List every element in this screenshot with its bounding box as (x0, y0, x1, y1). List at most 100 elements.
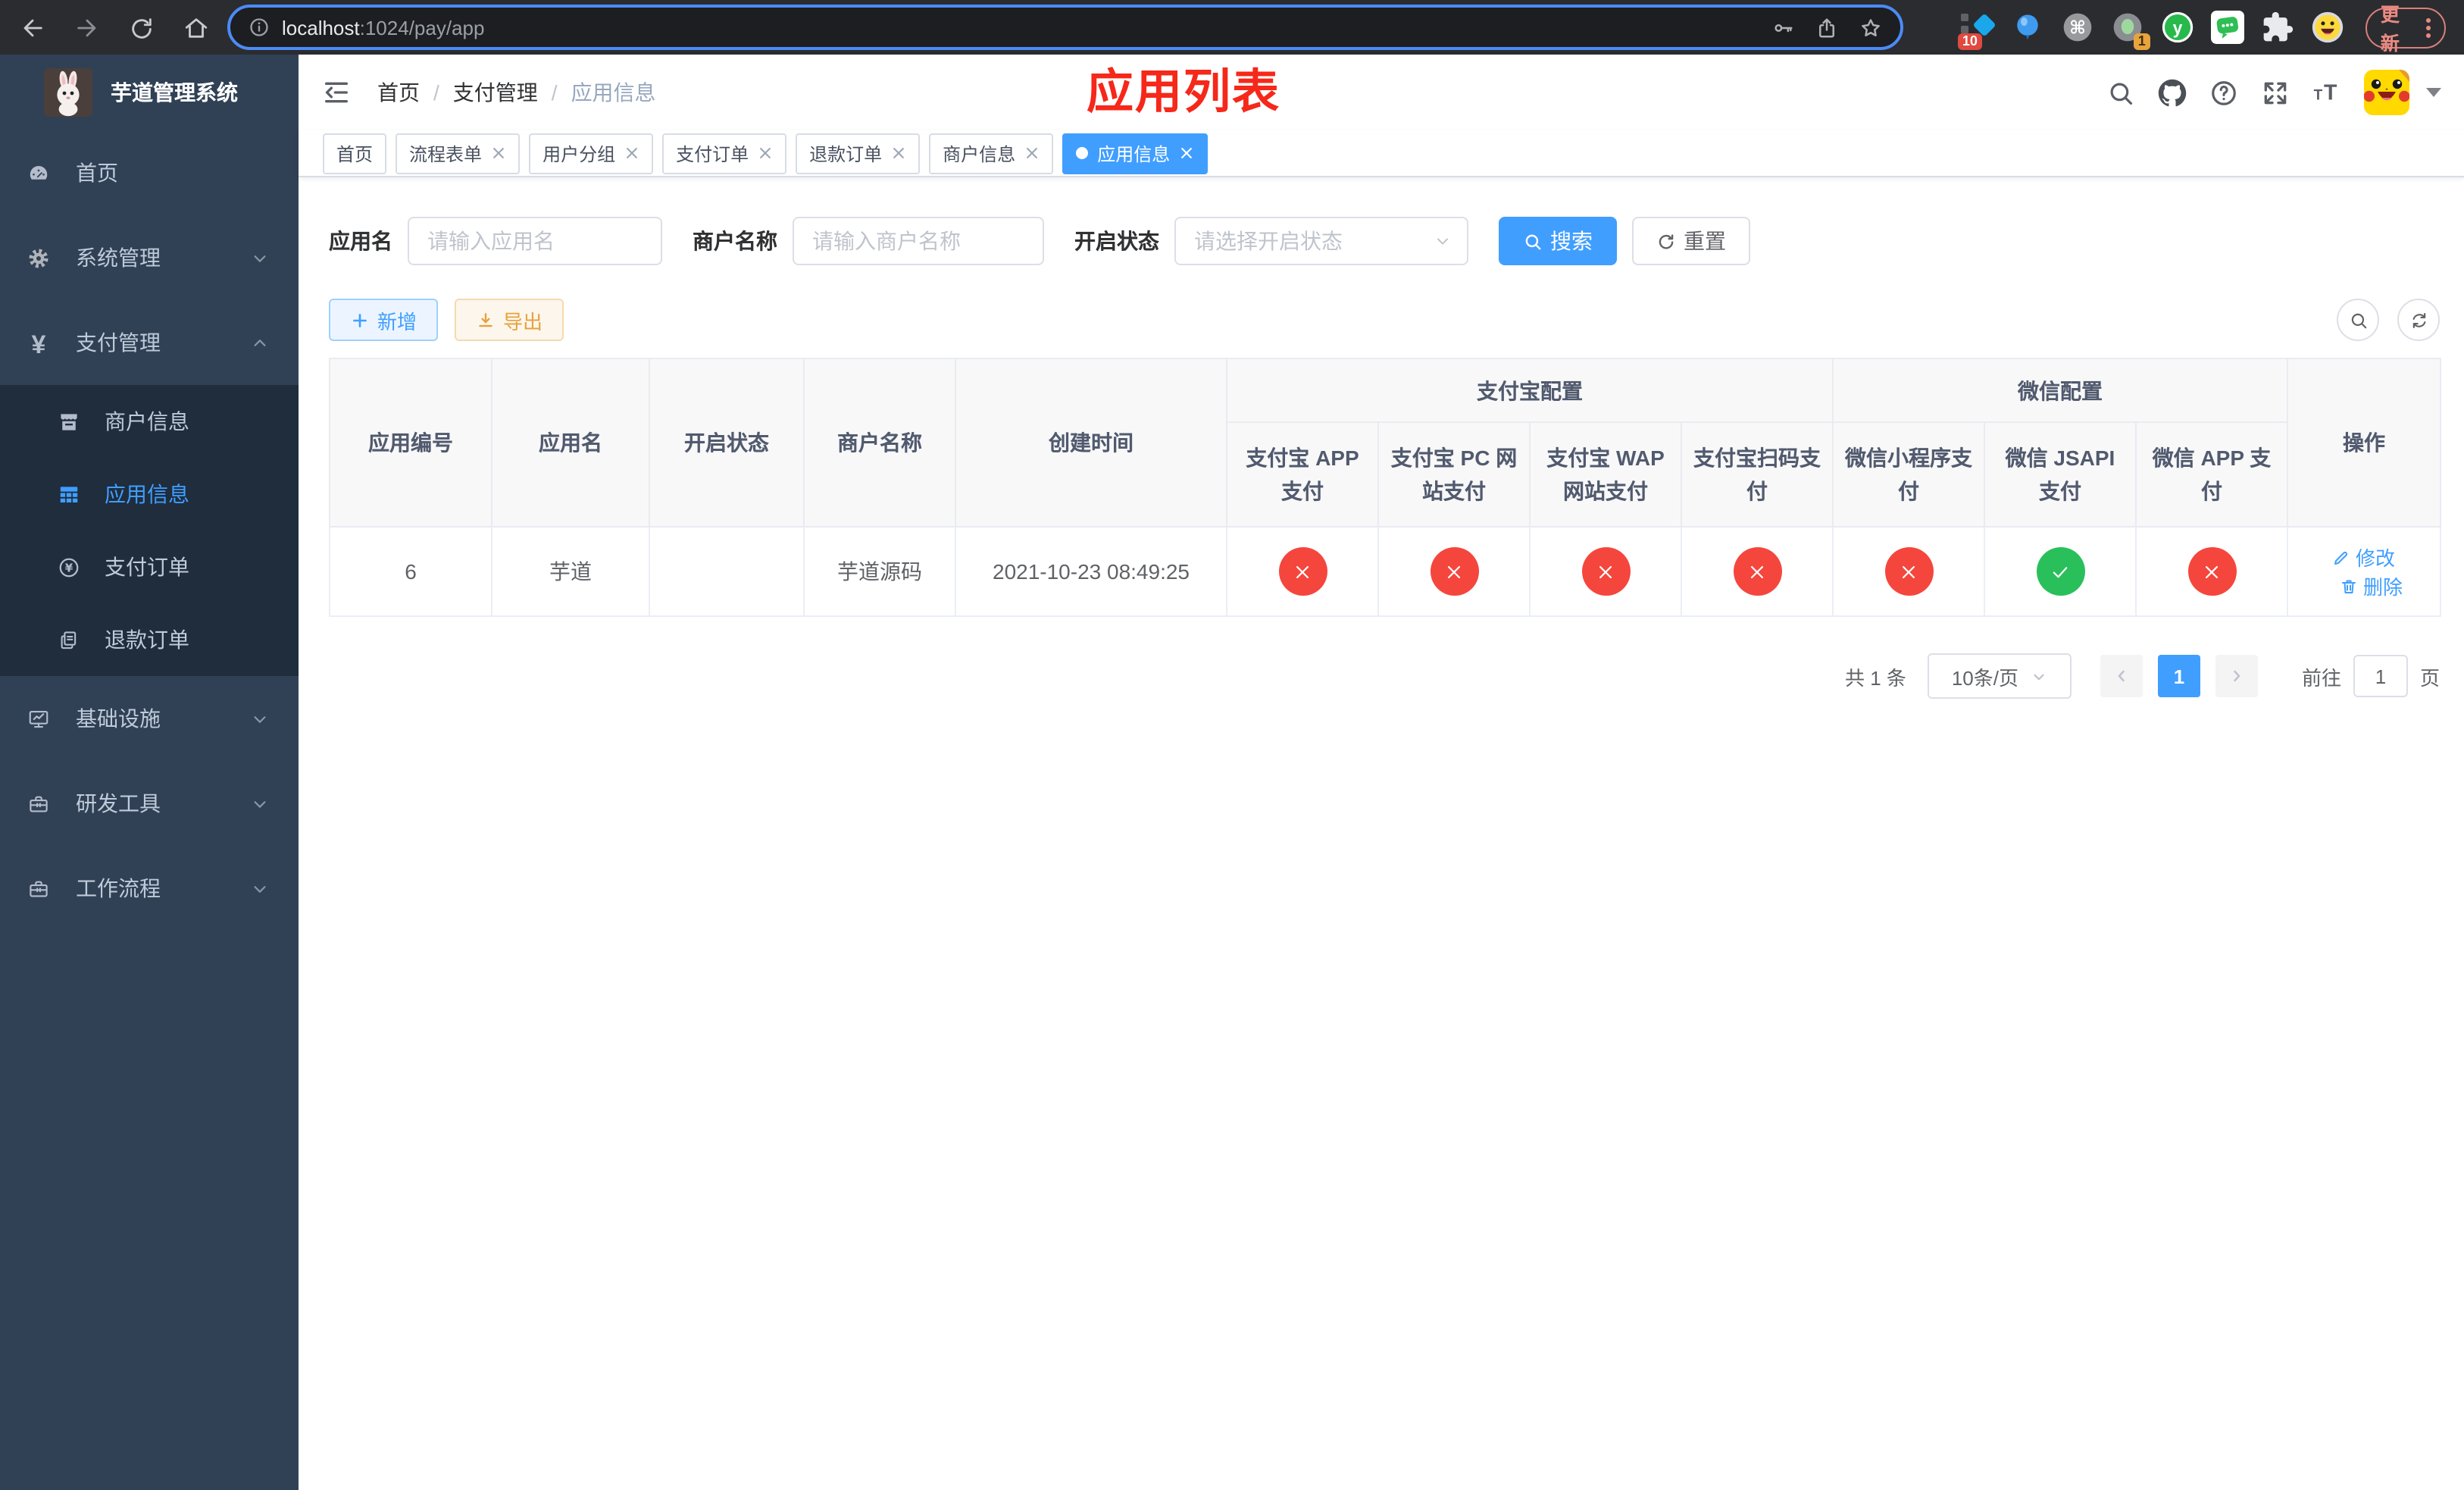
browser-menu-icon[interactable] (2426, 17, 2431, 37)
sidebar-item-label: 首页 (76, 161, 118, 185)
search-button[interactable]: 搜索 (1499, 217, 1617, 265)
goto-page-input[interactable] (2353, 655, 2408, 697)
tab-merchant-info[interactable]: 商户信息 (929, 133, 1054, 174)
total-count: 共 1 条 (1845, 666, 1906, 689)
sidebar-item-app-info[interactable]: 应用信息 (0, 458, 299, 531)
page-size-value: 10条/页 (1951, 666, 2018, 689)
cell-app-name: 芋道 (491, 526, 650, 617)
home-icon[interactable] (176, 8, 215, 47)
close-icon[interactable] (624, 146, 639, 161)
tags-view-bar: 首页 流程表单 用户分组 支付订单 退款订单 商户信息 应用信息 (299, 130, 2464, 177)
col-header-app-id: 应用编号 (329, 358, 492, 527)
export-button-label: 导出 (503, 310, 543, 333)
status-select[interactable]: 请选择开启状态 (1174, 217, 1468, 265)
close-icon[interactable] (1179, 146, 1194, 161)
bookmark-star-icon[interactable] (1859, 16, 1882, 39)
tab-refund-orders[interactable]: 退款订单 (796, 133, 921, 174)
cell-actions: 修改 删除 (2287, 526, 2441, 617)
tab-app-info[interactable]: 应用信息 (1062, 133, 1209, 174)
delete-link[interactable]: 删除 (2340, 571, 2403, 600)
close-icon[interactable] (758, 146, 773, 161)
goto-label: 前往 (2301, 666, 2341, 689)
search-icon[interactable] (2106, 78, 2135, 107)
edit-link[interactable]: 修改 (2333, 543, 2395, 571)
documents-icon (58, 628, 80, 651)
export-button[interactable]: 导出 (455, 299, 564, 341)
tab-home[interactable]: 首页 (323, 133, 387, 174)
shop-icon (58, 410, 80, 433)
extension-proxy-icon[interactable]: 1 (2111, 11, 2150, 50)
next-page-button[interactable] (2215, 655, 2258, 697)
merchant-name-input[interactable] (793, 217, 1044, 265)
sidebar-fold-icon[interactable] (321, 77, 352, 108)
sidebar-item-refund-orders[interactable]: 退款订单 (0, 603, 299, 676)
sidebar: 芋道管理系统 首页 系统管理 ¥ 支付管理 商户信息 应用信息 ¥ 支付订单 退… (0, 55, 299, 1490)
breadcrumb-separator: / (433, 80, 439, 105)
fullscreen-icon[interactable] (2261, 78, 2290, 107)
top-navbar: 首页 / 支付管理 / 应用信息 应用列表 TT (299, 55, 2464, 130)
col-header-wechat-mini: 微信小程序支付 (1832, 421, 1985, 527)
tab-user-group[interactable]: 用户分组 (529, 133, 654, 174)
sidebar-item-merchant-info[interactable]: 商户信息 (0, 385, 299, 458)
github-icon[interactable] (2158, 78, 2187, 107)
extension-command-icon[interactable]: ⌘ (2061, 11, 2094, 44)
address-bar[interactable]: localhost:1024/pay/app (227, 5, 1903, 50)
user-avatar[interactable] (2364, 70, 2409, 115)
close-icon[interactable] (1024, 146, 1040, 161)
back-icon[interactable] (12, 8, 52, 47)
group-header-alipay: 支付宝配置 (1226, 358, 1834, 423)
extensions-puzzle-icon[interactable] (2261, 11, 2294, 44)
app-logo: 芋道管理系统 (0, 55, 299, 130)
toolbox-icon (27, 877, 50, 900)
sidebar-item-pay-orders[interactable]: ¥ 支付订单 (0, 531, 299, 603)
prev-page-button[interactable] (2100, 655, 2143, 697)
extension-balloon-icon[interactable] (2011, 11, 2044, 44)
avatar-caret-icon[interactable] (2426, 88, 2441, 97)
sidebar-item-home[interactable]: 首页 (0, 130, 299, 215)
sidebar-item-dev-tools[interactable]: 研发工具 (0, 761, 299, 846)
sidebar-item-workflow[interactable]: 工作流程 (0, 846, 299, 931)
extension-diamond-icon[interactable]: 10 (1957, 11, 1997, 50)
reload-icon[interactable] (121, 8, 161, 47)
password-key-icon[interactable] (1771, 16, 1794, 39)
help-icon[interactable] (2209, 78, 2238, 107)
extension-y-icon[interactable]: y (2161, 11, 2194, 44)
page-number-1[interactable]: 1 (2157, 655, 2200, 697)
sidebar-item-label: 系统管理 (76, 246, 161, 270)
sidebar-item-system[interactable]: 系统管理 (0, 215, 299, 300)
page-size-select[interactable]: 10条/页 (1927, 653, 2072, 699)
tab-label: 退款订单 (809, 143, 883, 164)
reset-button[interactable]: 重置 (1632, 217, 1750, 265)
tab-process-form[interactable]: 流程表单 (396, 133, 521, 174)
sidebar-item-infrastructure[interactable]: 基础设施 (0, 676, 299, 761)
breadcrumb-home[interactable]: 首页 (377, 77, 420, 108)
app-name-input[interactable] (408, 217, 662, 265)
search-button-label: 搜索 (1550, 229, 1593, 253)
extension-chat-icon[interactable] (2210, 11, 2244, 44)
sidebar-item-payment[interactable]: ¥ 支付管理 (0, 300, 299, 385)
close-icon[interactable] (491, 146, 506, 161)
refresh-button[interactable] (2397, 299, 2440, 341)
tab-pay-orders[interactable]: 支付订单 (662, 133, 787, 174)
toggle-search-button[interactable] (2337, 299, 2379, 341)
apps-table: 应用编号 应用名 开启状态 商户名称 创建时间 支付宝配置 微信配置 操作 支付… (329, 358, 2441, 617)
add-button[interactable]: 新增 (329, 299, 439, 341)
yen-circle-icon: ¥ (58, 556, 80, 578)
config-status-icon (2187, 547, 2236, 596)
font-size-icon[interactable]: TT (2312, 78, 2341, 107)
tab-label: 应用信息 (1097, 143, 1171, 164)
breadcrumb-section[interactable]: 支付管理 (453, 77, 538, 108)
close-icon[interactable] (891, 146, 906, 161)
chevron-up-icon (252, 334, 268, 351)
chevron-down-icon (252, 710, 268, 727)
forward-icon[interactable] (67, 8, 106, 47)
config-status-icon (1430, 547, 1478, 596)
profile-avatar-icon[interactable] (2311, 11, 2344, 44)
site-info-icon[interactable] (249, 17, 270, 38)
share-icon[interactable] (1815, 16, 1838, 39)
browser-update-button[interactable]: 更新 (2365, 5, 2446, 55)
extension-badge: 10 (1957, 33, 1982, 50)
add-button-label: 新增 (377, 310, 417, 333)
config-status-icon (2036, 547, 2084, 596)
group-header-wechat: 微信配置 (1832, 358, 2288, 423)
